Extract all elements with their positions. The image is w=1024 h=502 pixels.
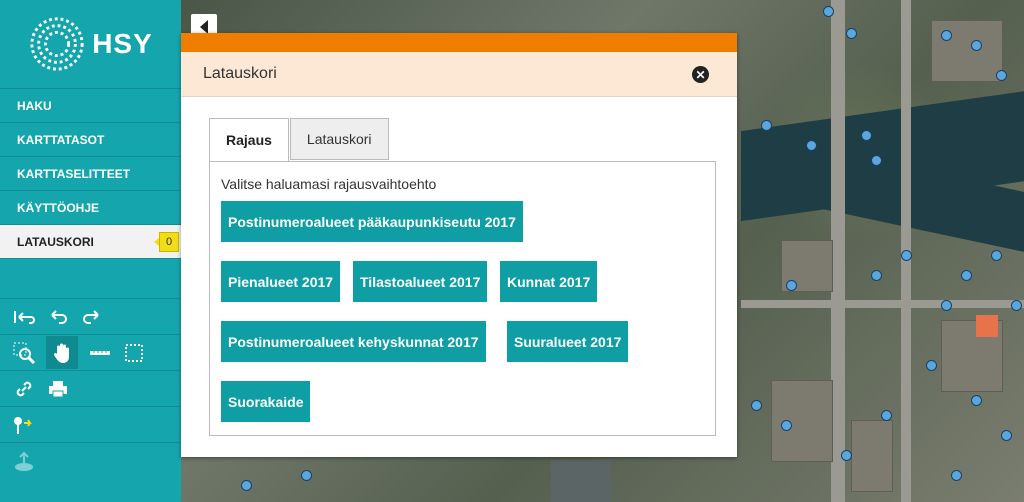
latauskori-count-badge: 0 <box>154 232 179 252</box>
sidebar: HSY HAKU KARTTATASOT KARTTASELITTEET KÄY… <box>0 0 181 502</box>
marker-icon[interactable] <box>12 413 36 437</box>
map-point[interactable] <box>861 130 872 141</box>
pan-hand-icon[interactable] <box>46 336 78 369</box>
map-point[interactable] <box>996 70 1007 81</box>
map-point[interactable] <box>941 300 952 311</box>
menu-latauskori[interactable]: LATAUSKORI 0 <box>0 225 181 259</box>
tool-row <box>0 334 181 370</box>
map-point[interactable] <box>901 250 912 261</box>
menu-label: LATAUSKORI <box>17 234 94 249</box>
menu-karttaselitteet[interactable]: KARTTASELITTEET <box>0 157 181 191</box>
toolbar <box>0 298 181 478</box>
map-road <box>741 300 1024 308</box>
logo-swirl-icon <box>30 17 84 71</box>
panel-instructions: Valitse haluamasi rajausvaihtoehto <box>221 176 437 192</box>
map-point[interactable] <box>871 270 882 281</box>
map-point[interactable] <box>941 30 952 41</box>
option-postinumeroalueet-paakaupunkiseutu[interactable]: Postinumeroalueet pääkaupunkiseutu 2017 <box>221 201 523 242</box>
map-point[interactable] <box>841 450 852 461</box>
map-point[interactable] <box>971 40 982 51</box>
option-suorakaide[interactable]: Suorakaide <box>221 381 311 422</box>
map-point[interactable] <box>926 360 937 371</box>
map-road <box>831 0 845 502</box>
map-road <box>551 460 611 502</box>
zoom-box-icon[interactable] <box>12 341 36 365</box>
map-highlight <box>976 315 998 337</box>
map-point[interactable] <box>786 280 797 291</box>
menu-kayttoohje[interactable]: KÄYTTÖOHJE <box>0 191 181 225</box>
menu-label: KÄYTTÖOHJE <box>17 200 100 215</box>
map-point[interactable] <box>751 400 762 411</box>
undo-icon[interactable] <box>46 305 70 329</box>
tool-row <box>0 442 181 478</box>
map-point[interactable] <box>846 28 857 39</box>
map-block <box>851 420 893 492</box>
latauskori-dialog: Latauskori ✕ Rajaus Latauskori Valitse h… <box>181 33 737 457</box>
menu-label: KARTTASELITTEET <box>17 166 131 181</box>
menu-label: KARTTATASOT <box>17 132 105 147</box>
rajaus-panel: Valitse haluamasi rajausvaihtoehto Posti… <box>209 161 716 436</box>
map-point[interactable] <box>871 155 882 166</box>
map-point[interactable] <box>951 470 962 481</box>
map-point[interactable] <box>881 410 892 421</box>
map-point[interactable] <box>971 395 982 406</box>
map-point[interactable] <box>823 6 834 17</box>
option-suuralueet[interactable]: Suuralueet 2017 <box>507 321 629 362</box>
map-point[interactable] <box>991 250 1002 261</box>
map-block <box>931 20 1003 82</box>
print-icon[interactable] <box>46 377 70 401</box>
redo-icon[interactable] <box>80 305 104 329</box>
tab-latauskori[interactable]: Latauskori <box>289 118 389 160</box>
option-pienalueet[interactable]: Pienalueet 2017 <box>221 261 341 302</box>
upload-icon[interactable] <box>12 449 36 473</box>
map-point[interactable] <box>301 470 312 481</box>
option-kunnat[interactable]: Kunnat 2017 <box>500 261 598 302</box>
tool-row <box>0 406 181 442</box>
tab-rajaus[interactable]: Rajaus <box>209 118 289 162</box>
map-point[interactable] <box>961 270 972 281</box>
option-tilastoalueet[interactable]: Tilastoalueet 2017 <box>353 261 488 302</box>
tool-row <box>0 370 181 406</box>
measure-area-icon[interactable] <box>122 341 146 365</box>
tool-row <box>0 298 181 334</box>
map-point[interactable] <box>1001 430 1012 441</box>
menu-label: HAKU <box>17 98 52 113</box>
dialog-tabs: Rajaus Latauskori <box>209 118 390 162</box>
menu-karttatasot[interactable]: KARTTATASOT <box>0 123 181 157</box>
map-point[interactable] <box>806 140 817 151</box>
dialog-accent-bar <box>181 33 737 52</box>
map-point[interactable] <box>241 480 252 491</box>
link-icon[interactable] <box>12 377 36 401</box>
menu-haku[interactable]: HAKU <box>0 89 181 123</box>
dialog-title: Latauskori <box>203 65 277 82</box>
logo-text: HSY <box>92 28 153 59</box>
undo-all-icon[interactable] <box>12 305 36 329</box>
map-point[interactable] <box>761 120 772 131</box>
dialog-header: Latauskori ✕ <box>181 52 737 97</box>
map-block <box>771 380 833 462</box>
measure-line-icon[interactable] <box>88 341 112 365</box>
option-postinumeroalueet-kehyskunnat[interactable]: Postinumeroalueet kehyskunnat 2017 <box>221 321 486 362</box>
map-point[interactable] <box>1011 300 1022 311</box>
close-icon[interactable]: ✕ <box>692 66 709 83</box>
hsy-logo[interactable]: HSY <box>0 0 181 89</box>
map-point[interactable] <box>781 420 792 431</box>
